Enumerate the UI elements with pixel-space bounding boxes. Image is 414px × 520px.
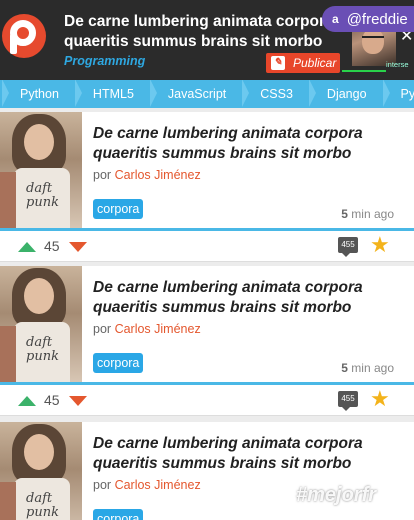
tag-bar: Python HTML5 JavaScript CSS3 Django Pyth… <box>0 80 414 108</box>
star-icon[interactable]: ★ <box>370 388 390 410</box>
thumb-arm <box>0 482 16 520</box>
comments-icon[interactable]: 455 <box>338 237 358 257</box>
post-byline: por Carlos Jiménez <box>93 478 201 492</box>
thumb-face <box>24 434 54 470</box>
downvote-icon[interactable] <box>69 242 87 252</box>
vote-bar: 45 455 ★ <box>0 231 414 262</box>
author-link[interactable]: Carlos Jiménez <box>115 322 201 336</box>
thumb-shirt-text: daft punk <box>26 335 59 364</box>
comments-icon[interactable]: 455 <box>338 391 358 411</box>
upvote-icon[interactable] <box>18 396 36 406</box>
author-link[interactable]: Carlos Jiménez <box>115 168 201 182</box>
vote-count: 45 <box>44 392 60 408</box>
publish-label: Publicar <box>293 56 337 70</box>
time-number: 5 <box>341 361 348 375</box>
publish-button[interactable]: ✎ Publicar <box>266 53 340 73</box>
thumb-face <box>24 124 54 160</box>
post-thumbnail[interactable]: daft punk <box>0 422 82 520</box>
header-title: De carne lumbering animata corpora quaer… <box>64 13 334 50</box>
tag-item[interactable]: Python <box>381 80 414 107</box>
post-byline: por Carlos Jiménez <box>93 168 201 182</box>
tag-item[interactable]: Python <box>0 80 73 107</box>
category-badge[interactable]: corpora <box>93 353 144 373</box>
post-title[interactable]: De carne lumbering animata corpora quaer… <box>93 278 393 318</box>
author-link[interactable]: Carlos Jiménez <box>115 478 201 492</box>
tag-item[interactable]: CSS3 <box>240 80 307 107</box>
twitter-icon: a <box>332 12 339 26</box>
time-unit: min ago <box>351 361 394 375</box>
post-card[interactable]: daft punk De carne lumbering animata cor… <box>0 266 414 416</box>
vote-bar: 45 455 ★ <box>0 385 414 416</box>
thumb-shirt-text: daft punk <box>26 181 59 210</box>
post-time: 5 min ago <box>341 361 394 375</box>
post-title[interactable]: De carne lumbering animata corpora quaer… <box>93 124 393 164</box>
time-number: 5 <box>341 207 348 221</box>
thumb-arm <box>0 172 16 230</box>
post-time: 5 min ago <box>341 207 394 221</box>
header-category[interactable]: Programming <box>64 54 145 68</box>
post-thumbnail[interactable]: daft punk <box>0 112 82 230</box>
watermark-hashtag: #mejorfr <box>296 484 377 506</box>
pencil-icon: ✎ <box>271 56 285 70</box>
app-logo[interactable] <box>2 14 46 58</box>
star-icon[interactable]: ★ <box>370 234 390 256</box>
post-card[interactable]: daft punk De carne lumbering animata cor… <box>0 112 414 262</box>
category-badge[interactable]: corpora <box>93 509 144 520</box>
twitter-handle: @freddie <box>346 10 408 28</box>
vote-count: 45 <box>44 238 60 254</box>
twitter-handle-pill[interactable]: a @freddie <box>322 6 414 32</box>
post-byline: por Carlos Jiménez <box>93 322 201 336</box>
thumb-arm <box>0 326 16 384</box>
byline-prefix: por <box>93 168 112 182</box>
tag-item[interactable]: HTML5 <box>73 80 148 107</box>
downvote-icon[interactable] <box>69 396 87 406</box>
logo-p-stem <box>10 34 17 54</box>
time-unit: min ago <box>351 207 394 221</box>
post-thumbnail[interactable]: daft punk <box>0 266 82 384</box>
thumb-shirt-text: daft punk <box>26 491 59 520</box>
overlay-label: interse <box>386 60 409 69</box>
post-title[interactable]: De carne lumbering animata corpora quaer… <box>93 434 393 474</box>
tag-item[interactable]: JavaScript <box>148 80 240 107</box>
thumb-face <box>24 278 54 314</box>
avatar-glasses <box>362 36 384 42</box>
upvote-icon[interactable] <box>18 242 36 252</box>
tag-item[interactable]: Django <box>307 80 381 107</box>
category-badge[interactable]: corpora <box>93 199 144 219</box>
byline-prefix: por <box>93 478 112 492</box>
byline-prefix: por <box>93 322 112 336</box>
selection-line <box>342 70 386 72</box>
app-header: De carne lumbering animata corpora quaer… <box>0 0 414 80</box>
